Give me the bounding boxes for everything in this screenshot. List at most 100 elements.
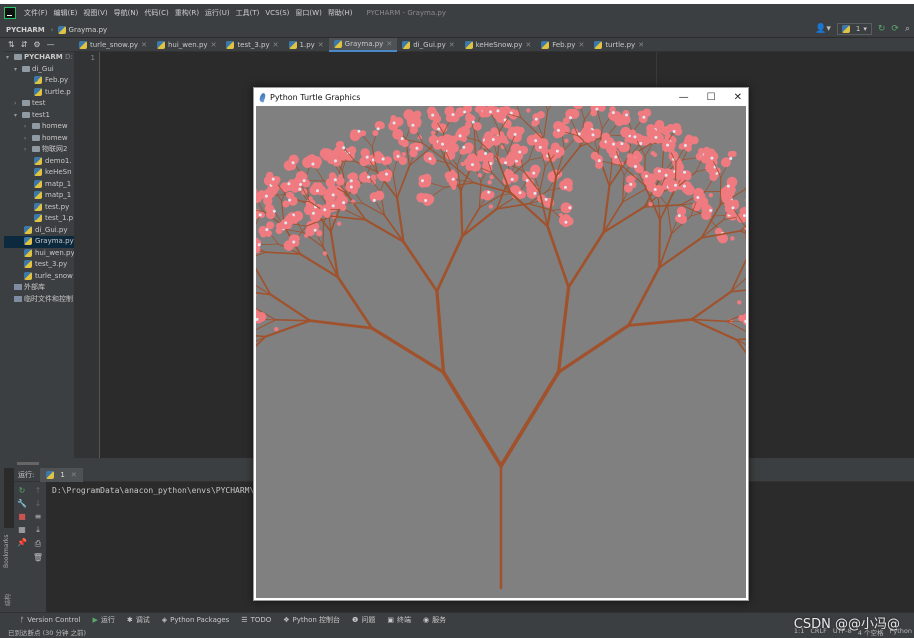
menu-edit[interactable]: 编辑(E): [54, 8, 78, 18]
blossom: [491, 138, 495, 142]
close-icon[interactable]: ✕: [578, 41, 584, 49]
menu-window[interactable]: 窗口(W): [295, 8, 321, 18]
blossom: [287, 182, 291, 186]
tree-item[interactable]: test_1.p: [4, 213, 74, 225]
turtle-canvas[interactable]: [256, 106, 746, 598]
menu-run[interactable]: 运行(U): [205, 8, 230, 18]
tree-item[interactable]: › homew: [4, 133, 74, 145]
trash-icon[interactable]: 🗑: [33, 553, 43, 562]
tool-problems[interactable]: ❶ 问题: [352, 615, 375, 625]
maximize-icon[interactable]: ☐: [707, 92, 716, 103]
menu-navigate[interactable]: 导航(N): [114, 8, 139, 18]
tree-item[interactable]: demo1.: [4, 156, 74, 168]
wrench-icon[interactable]: 🔧: [17, 499, 27, 508]
tool-version-control[interactable]: ᚠ Version Control: [20, 616, 80, 624]
pin-icon[interactable]: 📌: [17, 538, 27, 547]
tab-hui-wen[interactable]: hui_wen.py ✕: [152, 38, 221, 52]
stop-icon[interactable]: ■: [18, 512, 26, 521]
tree-item[interactable]: test_3.py: [4, 259, 74, 271]
close-icon[interactable]: ✕: [273, 41, 279, 49]
layout-icon[interactable]: ▦: [18, 525, 26, 534]
close-icon[interactable]: ✕: [638, 41, 644, 49]
tree-item[interactable]: matp_1: [4, 190, 74, 202]
tree-root[interactable]: ▾ PYCHARM D:: [4, 52, 74, 64]
structure-label[interactable]: 结构: [3, 594, 12, 606]
rerun-icon[interactable]: ↻: [878, 24, 886, 34]
menu-vcs[interactable]: VCS(S): [265, 9, 289, 17]
status-message[interactable]: 已到达断点 (30 分钟 之前): [8, 627, 86, 637]
tab-turtle[interactable]: turtle.py ✕: [589, 38, 649, 52]
tree-item[interactable]: Feb.py: [4, 75, 74, 87]
menu-file[interactable]: 文件(F): [24, 8, 48, 18]
tree-item[interactable]: hui_wen.py: [4, 248, 74, 260]
turtle-window[interactable]: Python Turtle Graphics — ☐ ✕: [253, 87, 749, 601]
menu-code[interactable]: 代码(C): [144, 8, 168, 18]
run-icon[interactable]: ⟳: [891, 24, 899, 34]
tree-item-label: test_3.py: [35, 260, 68, 268]
tree-item[interactable]: 临时文件和控制: [4, 294, 74, 306]
close-icon[interactable]: ✕: [734, 92, 742, 103]
close-icon[interactable]: ✕: [449, 41, 455, 49]
user-icon[interactable]: 👤▾: [815, 24, 831, 34]
tab-turle-snow[interactable]: turle_snow.py ✕: [74, 38, 152, 52]
minimize-icon[interactable]: —: [47, 40, 55, 49]
menu-view[interactable]: 视图(V): [83, 8, 107, 18]
tool-python-console[interactable]: ❖ Python 控制台: [283, 615, 340, 625]
close-icon[interactable]: ✕: [71, 468, 77, 482]
tree-item[interactable]: ▾ test1: [4, 110, 74, 122]
breadcrumb-project[interactable]: PYCHARM: [6, 26, 45, 34]
tool-debug[interactable]: ✱ 调试: [127, 615, 150, 625]
close-icon[interactable]: ✕: [525, 41, 531, 49]
tool-python-packages[interactable]: ◈ Python Packages: [162, 616, 230, 624]
tab-1[interactable]: 1.py ✕: [284, 38, 329, 52]
drag-handle[interactable]: [17, 462, 39, 465]
tree-item[interactable]: › homew: [4, 121, 74, 133]
arrow-up-icon[interactable]: ↑: [35, 486, 42, 495]
tab-kehesnow[interactable]: keHeSnow.py ✕: [460, 38, 537, 52]
run-config-select[interactable]: 1 ▾: [836, 23, 872, 35]
minimize-icon[interactable]: —: [679, 92, 689, 103]
scroll-to-end-icon[interactable]: ⤓: [36, 525, 40, 535]
tree-item[interactable]: keHeSn: [4, 167, 74, 179]
tree-item[interactable]: test.py: [4, 202, 74, 214]
print-icon[interactable]: ⎙: [35, 539, 41, 549]
close-icon[interactable]: ✕: [386, 40, 392, 48]
tool-terminal[interactable]: ▣ 终端: [387, 615, 411, 625]
tool-services[interactable]: ◉ 服务: [423, 615, 446, 625]
tab-test-3[interactable]: test_3.py ✕: [221, 38, 283, 52]
blossom: [313, 228, 317, 232]
tree-item-selected[interactable]: Grayma.py: [4, 236, 74, 248]
breadcrumb-file[interactable]: Grayma.py: [69, 26, 108, 34]
tab-grayma-active[interactable]: Grayma.py ✕: [328, 37, 398, 52]
collapse-all-icon[interactable]: ⇵: [21, 40, 28, 49]
tree-item[interactable]: 外部库: [4, 282, 74, 294]
gear-icon[interactable]: ⚙: [33, 40, 40, 49]
turtle-titlebar[interactable]: Python Turtle Graphics — ☐ ✕: [254, 88, 748, 106]
tool-todo[interactable]: ☰ TODO: [241, 616, 271, 624]
tree-item[interactable]: matp_1: [4, 179, 74, 191]
menu-refactor[interactable]: 重构(R): [175, 8, 199, 18]
close-icon[interactable]: ✕: [211, 41, 217, 49]
soft-wrap-icon[interactable]: ≡: [35, 512, 42, 521]
expand-all-icon[interactable]: ⇅: [8, 40, 15, 49]
search-icon[interactable]: ⌕: [905, 24, 910, 34]
list-icon: ☰: [241, 615, 248, 624]
tree-item[interactable]: turtle.p: [4, 87, 74, 99]
menu-help[interactable]: 帮助(H): [328, 8, 353, 18]
tree-item[interactable]: ▾ di_Gui: [4, 64, 74, 76]
menu-tools[interactable]: 工具(T): [236, 8, 260, 18]
tab-di-gui[interactable]: di_Gui.py ✕: [397, 38, 459, 52]
tree-item[interactable]: di_Gui.py: [4, 225, 74, 237]
run-tab[interactable]: 1 ✕: [40, 467, 83, 482]
tool-run[interactable]: ▶ 运行: [92, 615, 114, 625]
line-number: 1: [90, 54, 95, 62]
close-icon[interactable]: ✕: [141, 41, 147, 49]
tree-item[interactable]: › test: [4, 98, 74, 110]
rerun-icon[interactable]: ↻: [19, 486, 26, 495]
tree-item[interactable]: turle_snow: [4, 271, 74, 283]
bookmarks-label[interactable]: Bookmarks: [3, 534, 10, 568]
tab-feb[interactable]: Feb.py ✕: [536, 38, 589, 52]
arrow-down-icon[interactable]: ↓: [35, 499, 42, 508]
close-icon[interactable]: ✕: [318, 41, 324, 49]
tree-item[interactable]: › 物联网2: [4, 144, 74, 156]
